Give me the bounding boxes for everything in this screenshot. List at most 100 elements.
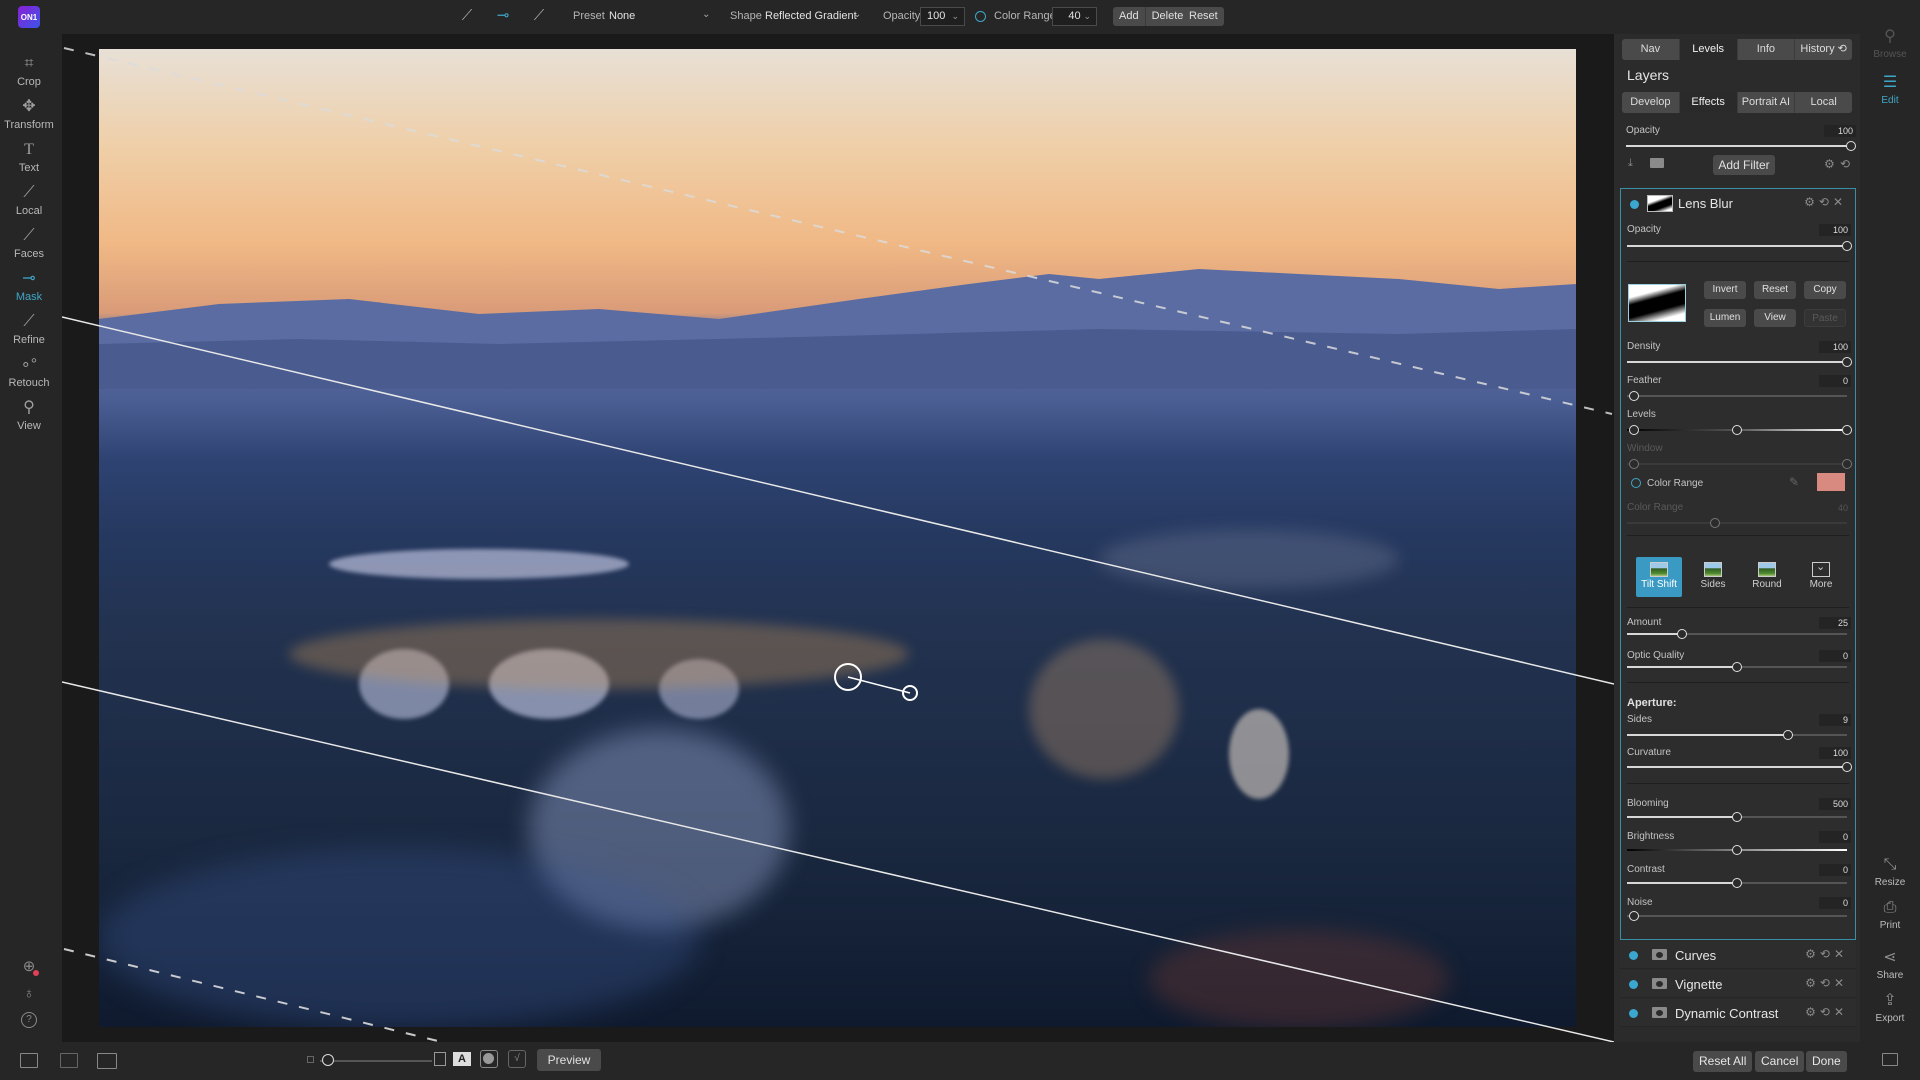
gear-icon[interactable]: ⚙ xyxy=(1805,947,1820,961)
blooming-value[interactable]: 500 xyxy=(1819,798,1851,810)
tool-refine[interactable]: ⟋ Refine xyxy=(0,312,58,346)
optic-quality-slider[interactable] xyxy=(1627,662,1847,672)
feather-slider[interactable] xyxy=(1627,391,1847,401)
reset-icon[interactable]: ⟲ xyxy=(1840,157,1850,171)
brush-mask-icon[interactable]: ⟋ xyxy=(456,5,478,27)
density-slider[interactable] xyxy=(1627,357,1852,367)
blooming-slider[interactable] xyxy=(1627,812,1847,822)
gear-icon[interactable]: ⚙ xyxy=(1804,195,1819,209)
auto-icon[interactable]: A xyxy=(453,1052,471,1066)
slider-handle[interactable] xyxy=(1732,662,1742,672)
module-share[interactable]: ⋖ Share xyxy=(1860,947,1920,981)
tab-history[interactable]: History ⟲ xyxy=(1795,39,1852,60)
preset-sides[interactable]: Sides xyxy=(1690,557,1736,597)
preview-button[interactable]: Preview xyxy=(537,1049,601,1071)
window-slider[interactable] xyxy=(1627,459,1852,469)
module-edit[interactable]: ☰ Edit xyxy=(1860,72,1920,106)
levels-slider[interactable] xyxy=(1627,425,1852,435)
contrast-slider[interactable] xyxy=(1627,878,1847,888)
slider-handle[interactable] xyxy=(1732,812,1742,822)
single-view-icon[interactable] xyxy=(97,1053,117,1069)
amount-slider[interactable] xyxy=(1627,629,1847,639)
preset-select[interactable]: None xyxy=(609,10,635,22)
reset-icon[interactable]: ⟲ xyxy=(1819,195,1833,209)
slider-handle[interactable] xyxy=(1782,730,1793,740)
tab-local[interactable]: Local xyxy=(1795,92,1852,113)
image-canvas[interactable] xyxy=(62,34,1614,1042)
mask-preview-thumbnail[interactable] xyxy=(1628,284,1686,322)
filter-opacity-slider[interactable] xyxy=(1627,241,1852,251)
tool-mask[interactable]: ⊸ Mask xyxy=(0,269,58,303)
window-low-handle[interactable] xyxy=(1628,459,1639,469)
overlay-toggle-icon[interactable]: √ xyxy=(508,1050,526,1068)
filter-enabled-dot[interactable] xyxy=(1630,200,1639,209)
ai-mask-icon[interactable]: ⟋ xyxy=(528,5,550,27)
add-filter-button[interactable]: Add Filter xyxy=(1713,155,1775,175)
color-range-radio[interactable] xyxy=(1631,478,1641,488)
panel-toggle-icon[interactable] xyxy=(20,1053,38,1068)
tool-transform[interactable]: ✥ Transform xyxy=(0,97,58,131)
tab-effects[interactable]: Effects xyxy=(1679,92,1738,113)
color-range-slider[interactable] xyxy=(1627,518,1847,528)
slider-handle[interactable] xyxy=(1732,878,1742,888)
reset-button[interactable]: Reset xyxy=(1183,7,1224,26)
feather-value[interactable]: 0 xyxy=(1819,375,1851,387)
zoom-slider-handle[interactable] xyxy=(322,1054,334,1066)
levels-mid-handle[interactable] xyxy=(1732,425,1742,435)
tab-levels[interactable]: Levels xyxy=(1679,39,1738,60)
eyedropper-icon[interactable]: ✎ xyxy=(1789,475,1799,489)
tool-crop[interactable]: ⌗ Crop xyxy=(0,54,58,88)
layer-opacity-value[interactable]: 100 xyxy=(1824,125,1856,137)
brightness-value[interactable]: 0 xyxy=(1819,831,1851,843)
gradient-mask-icon[interactable]: ⊸ xyxy=(492,5,514,27)
slider-handle[interactable] xyxy=(1677,629,1687,639)
mask-view-icon[interactable] xyxy=(480,1050,498,1068)
account-icon[interactable]: ♁ xyxy=(19,984,39,1004)
filter-enabled-dot[interactable] xyxy=(1629,1009,1638,1018)
reset-icon[interactable]: ⟲ xyxy=(1820,947,1834,961)
gear-icon[interactable]: ⚙ xyxy=(1805,1005,1820,1019)
filter-curves[interactable]: Curves ⚙⟲✕ xyxy=(1620,941,1856,969)
filter-enabled-dot[interactable] xyxy=(1629,951,1638,960)
amount-value[interactable]: 25 xyxy=(1819,617,1851,629)
reset-icon[interactable]: ⟲ xyxy=(1820,1005,1834,1019)
color-range-swatch[interactable] xyxy=(1817,473,1845,491)
filter-opacity-value[interactable]: 100 xyxy=(1819,224,1851,236)
layer-opacity-slider[interactable] xyxy=(1626,141,1856,151)
help-icon[interactable]: ? xyxy=(21,1012,37,1028)
lumen-button[interactable]: Lumen xyxy=(1704,309,1746,327)
color-range-select[interactable]: 40 ⌄ xyxy=(1052,7,1097,26)
tab-portrait-ai[interactable]: Portrait AI xyxy=(1738,92,1796,113)
shape-select[interactable]: Reflected Gradient xyxy=(765,10,857,22)
brightness-slider[interactable] xyxy=(1627,845,1847,855)
extras-icon[interactable]: ⊕ xyxy=(19,957,39,977)
close-icon[interactable]: ✕ xyxy=(1834,947,1848,961)
gear-icon[interactable]: ⚙ xyxy=(1805,976,1820,990)
levels-white-handle[interactable] xyxy=(1842,425,1852,435)
slider-handle[interactable] xyxy=(1628,911,1639,921)
tab-info[interactable]: Info xyxy=(1738,39,1796,60)
slider-handle[interactable] xyxy=(1628,391,1639,401)
module-browse[interactable]: ⚲ Browse xyxy=(1860,26,1920,60)
right-panel-toggle-icon[interactable] xyxy=(1882,1053,1898,1066)
preset-chevron-down-icon[interactable]: ⌄ xyxy=(702,9,710,20)
gear-icon[interactable]: ⚙ xyxy=(1824,157,1835,171)
cancel-button[interactable]: Cancel xyxy=(1755,1051,1805,1072)
opacity-select[interactable]: 100 ⌄ xyxy=(920,7,965,26)
tool-local[interactable]: ⟋ Local xyxy=(0,183,58,217)
mask-reset-button[interactable]: Reset xyxy=(1754,281,1796,299)
zoom-slider-track[interactable] xyxy=(320,1060,432,1062)
preset-round[interactable]: Round xyxy=(1744,557,1790,597)
tool-text[interactable]: T Text xyxy=(0,140,58,174)
filter-vignette[interactable]: Vignette ⚙⟲✕ xyxy=(1620,970,1856,998)
compare-icon[interactable] xyxy=(60,1053,78,1068)
paste-button[interactable]: Paste xyxy=(1804,309,1846,327)
color-range-radio[interactable] xyxy=(975,11,986,22)
slider-handle[interactable] xyxy=(1732,845,1742,855)
noise-slider[interactable] xyxy=(1627,911,1847,921)
slider-handle[interactable] xyxy=(1710,518,1720,528)
preset-tilt-shift[interactable]: Tilt Shift xyxy=(1636,557,1682,597)
reset-all-button[interactable]: Reset All xyxy=(1693,1051,1753,1072)
layer-mask-icon[interactable] xyxy=(1650,158,1664,168)
tab-nav[interactable]: Nav xyxy=(1622,39,1680,60)
